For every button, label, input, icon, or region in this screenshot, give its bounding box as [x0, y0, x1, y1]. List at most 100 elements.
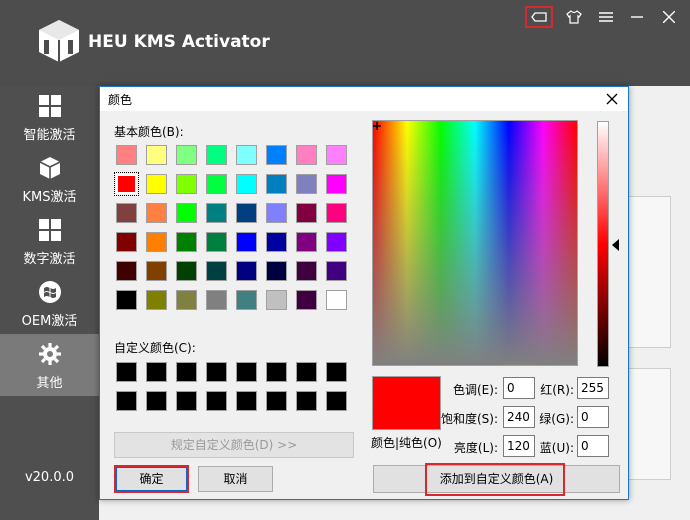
color-swatch[interactable]: [296, 174, 317, 194]
color-swatch[interactable]: [326, 290, 347, 310]
skin-button[interactable]: [525, 6, 553, 28]
blue-input[interactable]: 0: [577, 435, 609, 457]
color-swatch[interactable]: [296, 232, 317, 252]
color-swatch[interactable]: [116, 391, 137, 411]
color-swatch[interactable]: [146, 261, 167, 281]
color-spectrum[interactable]: [372, 120, 578, 366]
color-swatch[interactable]: [116, 261, 137, 281]
color-swatch[interactable]: [206, 261, 227, 281]
color-swatch[interactable]: [296, 290, 317, 310]
sidebar-item-digital-activate[interactable]: 数字激活: [0, 210, 99, 272]
color-swatch[interactable]: [326, 174, 347, 194]
theme-button[interactable]: [560, 6, 588, 28]
color-swatch[interactable]: [206, 174, 227, 194]
color-swatch[interactable]: [266, 174, 287, 194]
color-swatch[interactable]: [146, 203, 167, 223]
windows-flag-icon: [39, 281, 61, 303]
define-custom-colors-button[interactable]: 规定自定义颜色(D) >>: [114, 432, 354, 458]
color-swatch[interactable]: [206, 362, 227, 382]
color-swatch[interactable]: [326, 203, 347, 223]
windows-icon: [39, 95, 61, 117]
color-swatch[interactable]: [266, 261, 287, 281]
color-swatch[interactable]: [176, 391, 197, 411]
version-label: v20.0.0: [24, 470, 75, 485]
color-swatch[interactable]: [114, 172, 139, 196]
color-swatch[interactable]: [176, 232, 197, 252]
color-swatch[interactable]: [236, 145, 257, 165]
green-input[interactable]: 0: [577, 406, 609, 428]
color-swatch[interactable]: [146, 174, 167, 194]
dialog-close-icon[interactable]: [602, 89, 622, 109]
shirt-icon: [566, 10, 582, 24]
ok-button[interactable]: 确定: [114, 465, 189, 493]
color-swatch[interactable]: [296, 145, 317, 165]
color-swatch[interactable]: [266, 232, 287, 252]
gear-icon: [39, 343, 61, 365]
color-swatch[interactable]: [116, 362, 137, 382]
luminance-slider[interactable]: [597, 121, 609, 367]
color-swatch[interactable]: [176, 261, 197, 281]
sidebar-item-kms-activate[interactable]: KMS激活: [0, 148, 99, 210]
color-swatch[interactable]: [146, 391, 167, 411]
color-swatch[interactable]: [236, 174, 257, 194]
heu-logo-icon: [39, 20, 79, 62]
color-swatch[interactable]: [266, 362, 287, 382]
color-swatch[interactable]: [176, 290, 197, 310]
color-swatch[interactable]: [146, 290, 167, 310]
color-swatch[interactable]: [266, 145, 287, 165]
color-swatch[interactable]: [236, 261, 257, 281]
color-swatch[interactable]: [296, 261, 317, 281]
color-swatch[interactable]: [236, 362, 257, 382]
minimize-button[interactable]: [623, 6, 651, 28]
color-swatch[interactable]: [176, 174, 197, 194]
color-swatch[interactable]: [146, 362, 167, 382]
add-to-custom-colors-button[interactable]: 添加到自定义颜色(A): [373, 465, 620, 493]
color-swatch[interactable]: [296, 362, 317, 382]
color-swatch[interactable]: [266, 391, 287, 411]
luminance-arrow-icon[interactable]: [612, 239, 619, 251]
color-swatch[interactable]: [236, 232, 257, 252]
crosshair-icon: [373, 122, 381, 130]
sidebar-item-label: 数字激活: [23, 252, 76, 267]
custom-colors-label: 自定义颜色(C):: [114, 341, 196, 355]
color-swatch[interactable]: [236, 203, 257, 223]
menu-button[interactable]: [592, 6, 620, 28]
color-swatch[interactable]: [266, 203, 287, 223]
color-swatch[interactable]: [176, 362, 197, 382]
color-swatch[interactable]: [176, 145, 197, 165]
color-swatch[interactable]: [266, 290, 287, 310]
dialog-title: 颜色: [108, 93, 133, 107]
color-swatch[interactable]: [206, 203, 227, 223]
color-swatch[interactable]: [146, 145, 167, 165]
color-swatch[interactable]: [326, 391, 347, 411]
color-swatch[interactable]: [326, 232, 347, 252]
sidebar-item-other[interactable]: 其他: [0, 334, 99, 396]
color-swatch[interactable]: [206, 232, 227, 252]
color-swatch[interactable]: [206, 145, 227, 165]
cancel-button[interactable]: 取消: [198, 466, 273, 492]
color-swatch[interactable]: [146, 232, 167, 252]
color-swatch[interactable]: [296, 391, 317, 411]
color-swatch[interactable]: [116, 290, 137, 310]
color-swatch[interactable]: [326, 145, 347, 165]
color-swatch[interactable]: [116, 145, 137, 165]
color-swatch[interactable]: [296, 203, 317, 223]
sidebar-item-smart-activate[interactable]: 智能激活: [0, 86, 99, 148]
color-swatch[interactable]: [206, 290, 227, 310]
color-swatch[interactable]: [116, 203, 137, 223]
close-button[interactable]: [655, 6, 683, 28]
color-swatch[interactable]: [176, 203, 197, 223]
color-swatch[interactable]: [326, 261, 347, 281]
skin-icon: [531, 12, 547, 22]
color-swatch[interactable]: [116, 232, 137, 252]
red-input[interactable]: 255: [577, 377, 609, 399]
sidebar: 智能激活 KMS激活 数字激活 OEM激活 其他 v20.0.0: [0, 86, 99, 520]
color-swatch[interactable]: [206, 391, 227, 411]
red-label: 红(R):: [540, 383, 574, 397]
color-swatch[interactable]: [236, 290, 257, 310]
menu-icon: [599, 12, 613, 22]
color-swatch[interactable]: [326, 362, 347, 382]
sidebar-item-oem-activate[interactable]: OEM激活: [0, 272, 99, 334]
color-swatch[interactable]: [236, 391, 257, 411]
saturation-label: 饱和度(S):: [440, 412, 498, 426]
